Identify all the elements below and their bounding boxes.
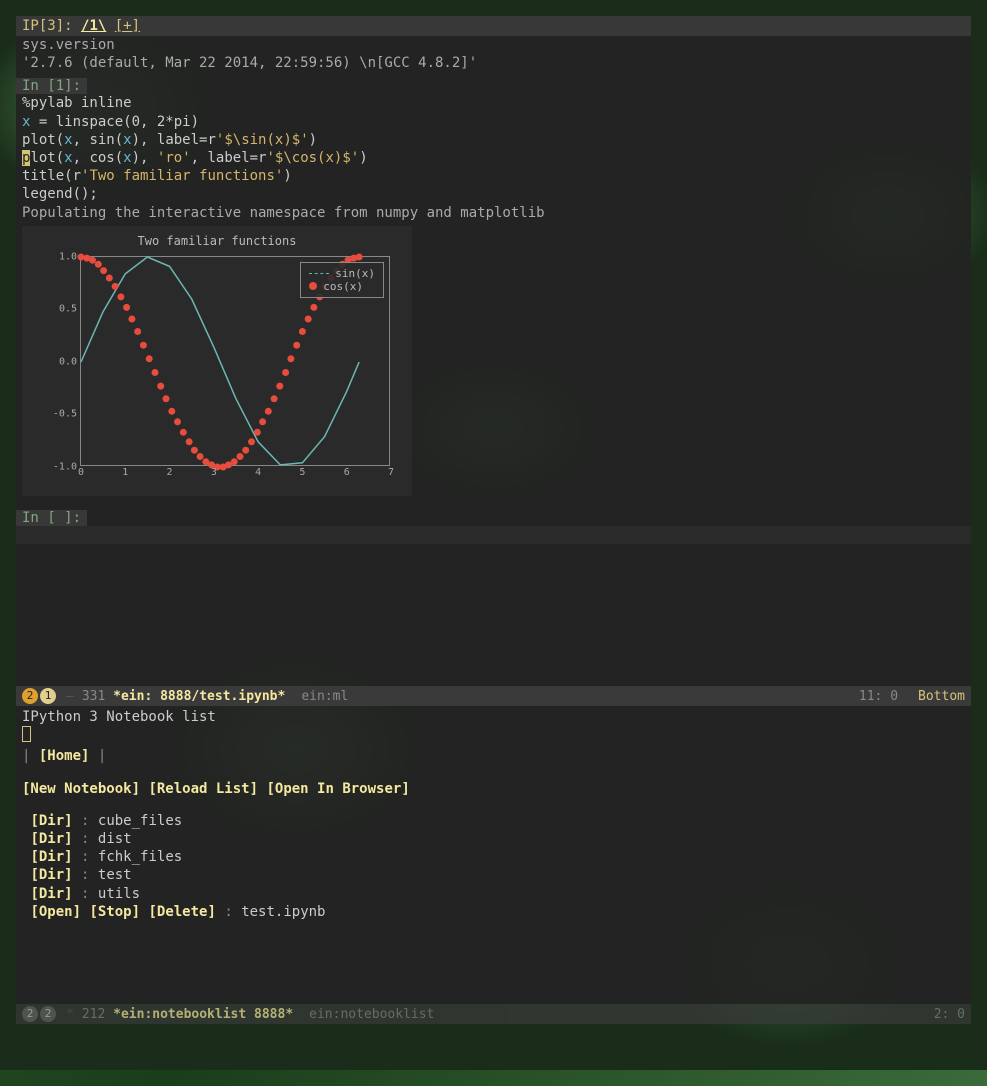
code-line: %pylab inline (22, 94, 965, 112)
x-tick-label: 5 (299, 465, 305, 478)
cursor (22, 726, 31, 742)
dir-entry: [Dir] : utils (22, 885, 965, 903)
output-line: sys.version (22, 36, 965, 54)
cursor-position: 2: 0 (934, 1007, 965, 1022)
plot-title: Two familiar functions (22, 226, 412, 248)
code-line: plot(x, sin(x), label=r'$\sin(x)$') (22, 131, 965, 149)
line-number: 212 (82, 1007, 105, 1022)
tab-header: IP[3]: /1\ [+] (16, 16, 971, 36)
badge-window[interactable]: 2 (40, 1006, 56, 1022)
tab-add[interactable]: [+] (115, 18, 140, 34)
badge-workspace[interactable]: 2 (22, 688, 38, 704)
file-entry: [Open] [Stop] [Delete] : test.ipynb (22, 903, 965, 921)
plot-output: Two familiar functions sin(x) cos(x) -1.… (22, 226, 412, 496)
file-name: test.ipynb (241, 904, 325, 920)
buffer-name: *ein: 8888/test.ipynb* (113, 689, 285, 704)
dir-entry: [Dir] : test (22, 866, 965, 884)
tab-active[interactable]: /1\ (81, 18, 106, 34)
home-button[interactable]: [Home] (39, 748, 90, 764)
x-tick-label: 1 (122, 465, 128, 478)
delete-button[interactable]: [Delete] (148, 904, 215, 920)
cursor-position: 11: 0 (859, 689, 898, 704)
dir-button[interactable]: [Dir] (30, 886, 72, 902)
notebook-list-pane: IPython 3 Notebook list | [Home] | [New … (16, 706, 971, 1004)
dir-button[interactable]: [Dir] (30, 813, 72, 829)
open-in-browser-button[interactable]: [Open In Browser] (266, 781, 409, 797)
dir-name: dist (98, 831, 132, 847)
dir-entry: [Dir] : fchk_files (22, 848, 965, 866)
cell-prompt: In [1]: (16, 78, 87, 94)
action-buttons: [New Notebook] [Reload List] [Open In Br… (22, 780, 965, 798)
dir-button[interactable]: [Dir] (30, 831, 72, 847)
scroll-position: Bottom (918, 689, 965, 704)
major-mode: ein:notebooklist (309, 1007, 434, 1022)
plot-legend: sin(x) cos(x) (300, 262, 384, 298)
nb-list-title: IPython 3 Notebook list (22, 708, 965, 726)
plot-area: sin(x) cos(x) -1.0-0.50.00.51.0 01234567 (80, 256, 390, 466)
new-notebook-button[interactable]: [New Notebook] (22, 781, 140, 797)
open-button[interactable]: [Open] (30, 904, 81, 920)
dir-button[interactable]: [Dir] (30, 849, 72, 865)
legend-dot-icon (309, 282, 317, 290)
notebook-pane: IP[3]: /1\ [+] sys.version '2.7.6 (defau… (16, 16, 971, 686)
tab-prefix: IP[3]: (22, 18, 81, 34)
dir-entry: [Dir] : dist (22, 830, 965, 848)
stop-button[interactable]: [Stop] (89, 904, 140, 920)
legend-line-icon (309, 273, 329, 274)
x-tick-label: 3 (211, 465, 217, 478)
dir-name: utils (98, 886, 140, 902)
legend-label: cos(x) (323, 280, 363, 293)
code-line: x = linspace(0, 2*pi) (22, 113, 965, 131)
dir-button[interactable]: [Dir] (30, 867, 72, 883)
dir-name: test (98, 867, 132, 883)
x-tick-label: 7 (388, 465, 394, 478)
code-line: legend(); (22, 185, 965, 203)
x-tick-label: 6 (344, 465, 350, 478)
reload-list-button[interactable]: [Reload List] (148, 781, 258, 797)
y-tick-label: 1.0 (59, 251, 81, 262)
cell-prompt-empty: In [ ]: (16, 510, 87, 526)
dir-entry: [Dir] : cube_files (22, 812, 965, 830)
major-mode: ein:ml (301, 689, 348, 704)
cell-stdout: Populating the interactive namespace fro… (16, 204, 971, 222)
output-line: '2.7.6 (default, Mar 22 2014, 22:59:56) … (22, 54, 965, 72)
modeline-bottom: 22 * 212 *ein:notebooklist 8888* ein:not… (16, 1004, 971, 1024)
line-number: 331 (82, 689, 105, 704)
cell-output-top: sys.version '2.7.6 (default, Mar 22 2014… (16, 36, 971, 72)
y-tick-label: -1.0 (53, 461, 81, 472)
buffer-name: *ein:notebooklist 8888* (113, 1007, 293, 1022)
x-tick-label: 0 (78, 465, 84, 478)
modeline-top: 21 — 331 *ein: 8888/test.ipynb* ein:ml 1… (16, 686, 971, 706)
code-line: title(r'Two familiar functions') (22, 167, 965, 185)
dir-name: fchk_files (98, 849, 182, 865)
badge-workspace[interactable]: 2 (22, 1006, 38, 1022)
y-tick-label: -0.5 (53, 409, 81, 420)
dir-name: cube_files (98, 813, 182, 829)
y-tick-label: 0.0 (59, 356, 81, 367)
x-tick-label: 2 (167, 465, 173, 478)
legend-label: sin(x) (335, 267, 375, 280)
breadcrumb: | [Home] | (22, 747, 965, 765)
empty-code-cell[interactable] (16, 526, 971, 544)
x-tick-label: 4 (255, 465, 261, 478)
y-tick-label: 0.5 (59, 304, 81, 315)
code-line: plot(x, cos(x), 'ro', label=r'$\cos(x)$'… (22, 149, 965, 167)
code-cell[interactable]: %pylab inline x = linspace(0, 2*pi) plot… (16, 94, 971, 203)
badge-window[interactable]: 1 (40, 688, 56, 704)
